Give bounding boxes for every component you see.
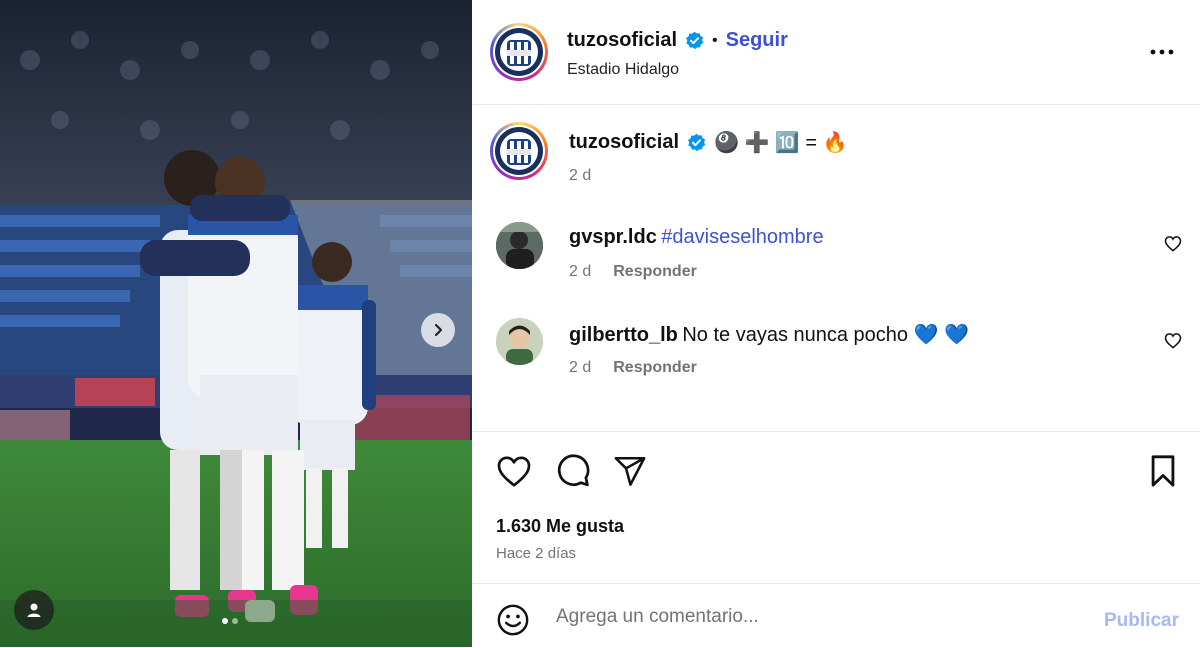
- post-photo: [0, 0, 472, 647]
- chevron-right-icon: [434, 323, 443, 337]
- verified-icon: [686, 31, 704, 50]
- share-icon[interactable]: [612, 454, 648, 488]
- club-crest-logo: [495, 127, 543, 175]
- heart-icon[interactable]: [496, 454, 532, 488]
- caption-text: 🎱 ➕ 🔟 = 🔥: [714, 132, 848, 154]
- carousel-indicator: [222, 618, 238, 624]
- author-avatar[interactable]: [490, 23, 548, 81]
- caption-author-avatar[interactable]: [490, 122, 548, 180]
- comment-username[interactable]: gvspr.ldc: [569, 226, 657, 248]
- follow-button[interactable]: Seguir: [726, 29, 788, 52]
- carousel-dot: [232, 618, 238, 624]
- comment-avatar[interactable]: [496, 222, 543, 269]
- publish-button[interactable]: Publicar: [1104, 610, 1179, 632]
- comment-time[interactable]: 2 d: [569, 263, 591, 281]
- comment-time[interactable]: 2 d: [569, 359, 591, 377]
- comment-hashtag[interactable]: #daviseselhombre: [661, 226, 823, 248]
- comment-avatar[interactable]: [496, 318, 543, 365]
- caption-author-username[interactable]: tuzosoficial: [569, 131, 679, 154]
- more-icon: [1150, 49, 1174, 55]
- instagram-post-window: tuzosoficial • Seguir Estadio Hidalgo tu…: [0, 0, 1200, 647]
- post-side-panel: tuzosoficial • Seguir Estadio Hidalgo tu…: [472, 0, 1200, 647]
- more-options-button[interactable]: [1148, 40, 1176, 64]
- comment-text: No te vayas nunca pocho 💙 💙: [682, 324, 969, 346]
- emoji-icon[interactable]: [496, 603, 530, 637]
- post-location[interactable]: Estadio Hidalgo: [567, 61, 679, 79]
- tagged-users-button[interactable]: [14, 590, 54, 630]
- comment-icon[interactable]: [555, 453, 591, 489]
- comment-like-icon[interactable]: [1164, 332, 1182, 349]
- verified-icon: [688, 133, 706, 152]
- user-tag-icon: [27, 603, 41, 617]
- comment-username[interactable]: gilbertto_lb: [569, 324, 678, 346]
- reply-button[interactable]: Responder: [613, 359, 697, 377]
- post-media[interactable]: [0, 0, 472, 647]
- post-actions: 1.630 Me gusta Hace 2 días: [472, 431, 1200, 584]
- author-username[interactable]: tuzosoficial: [567, 29, 677, 52]
- caption-time[interactable]: 2 d: [569, 167, 591, 185]
- carousel-dot-active: [222, 618, 228, 624]
- reply-button[interactable]: Responder: [613, 263, 697, 281]
- post-date[interactable]: Hace 2 días: [496, 545, 576, 562]
- club-crest-logo: [495, 28, 543, 76]
- bookmark-icon[interactable]: [1147, 454, 1179, 488]
- comment-like-icon[interactable]: [1164, 235, 1182, 252]
- add-comment-bar: Publicar: [472, 583, 1200, 648]
- comment-input[interactable]: [554, 602, 1078, 632]
- post-header: tuzosoficial • Seguir Estadio Hidalgo: [472, 0, 1200, 105]
- user-avatar-photo: [496, 222, 543, 269]
- user-avatar-photo: [496, 318, 543, 365]
- carousel-next-button[interactable]: [421, 313, 455, 347]
- header-separator: •: [712, 31, 718, 49]
- like-count[interactable]: 1.630 Me gusta: [496, 516, 624, 537]
